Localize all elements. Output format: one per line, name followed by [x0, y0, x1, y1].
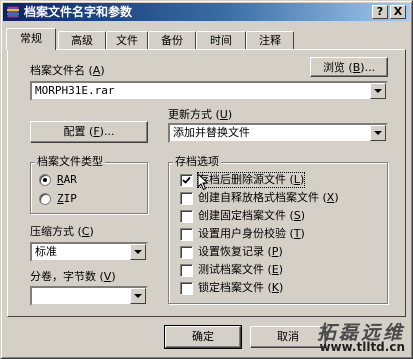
option-label-test[interactable]: 测试档案文件 (E) — [198, 263, 283, 277]
title-bar[interactable]: 档案文件名字和参数 ? X — [3, 3, 410, 21]
tab-general[interactable]: 常规 — [6, 28, 56, 50]
update-mode-combo[interactable]: 添加并替换文件 — [168, 123, 388, 143]
ok-button[interactable]: 确定 — [164, 325, 242, 349]
option-checkbox-recovery[interactable] — [180, 246, 193, 259]
volume-size-combo[interactable] — [30, 286, 148, 306]
archive-name-combo[interactable]: MORPH31E.rar — [30, 81, 388, 101]
compression-combo[interactable]: 标准 — [30, 242, 148, 262]
tab-advanced[interactable]: 高级 — [58, 31, 106, 49]
option-checkbox-authenticity[interactable] — [180, 228, 193, 241]
watermark-url: www.tlltd.cn — [319, 340, 405, 354]
window-title: 档案文件名字和参数 — [24, 5, 133, 19]
help-button[interactable]: ? — [372, 5, 388, 19]
option-label-recovery[interactable]: 设置恢复记录 (P) — [198, 245, 283, 259]
rar-radio-label[interactable]: RAR — [57, 173, 77, 187]
archive-options-title: 存档选项 — [173, 155, 221, 169]
archive-name-label: 档案文件名 (A) — [30, 64, 105, 77]
compression-value: 标准 — [35, 245, 57, 258]
option-label-authenticity[interactable]: 设置用户身份校验 (T) — [198, 227, 305, 241]
option-label-lock[interactable]: 锁定档案文件 (K) — [198, 281, 283, 295]
tab-backup[interactable]: 备份 — [148, 31, 196, 49]
option-checkbox-delete-after[interactable] — [180, 174, 193, 187]
volume-size-label: 分卷，字节数 (V) — [30, 270, 116, 283]
compression-dropdown-icon[interactable] — [130, 244, 146, 260]
compression-label: 压缩方式 (C) — [30, 225, 94, 238]
option-checkbox-solid[interactable] — [180, 210, 193, 223]
close-button[interactable]: X — [390, 5, 406, 19]
tab-files[interactable]: 文件 — [106, 31, 148, 49]
option-label-delete-after[interactable]: 存档后删除源文件 (L) — [196, 172, 306, 188]
update-mode-value: 添加并替换文件 — [173, 126, 250, 139]
update-mode-label: 更新方式 (U) — [168, 108, 233, 121]
cancel-button[interactable]: 取消 — [250, 326, 326, 348]
profiles-button[interactable]: 配置 (F)... — [30, 121, 148, 143]
option-checkbox-sfx[interactable] — [180, 192, 193, 205]
rar-radio[interactable] — [39, 174, 51, 186]
browse-button[interactable]: 浏览 (B)... — [310, 57, 388, 77]
tab-comment[interactable]: 注释 — [246, 31, 294, 49]
update-mode-dropdown-icon[interactable] — [370, 125, 386, 141]
archive-name-dropdown-icon[interactable] — [370, 83, 386, 99]
dialog-window: 档案文件名字和参数 ? X 常规 高级 文件 备份 时间 注释 档案文件名 (A… — [0, 0, 413, 359]
archive-type-group — [30, 162, 148, 214]
tab-time[interactable]: 时间 — [196, 31, 246, 49]
archive-name-value: MORPH31E.rar — [35, 84, 115, 97]
winrar-app-icon — [6, 5, 20, 19]
archive-type-title: 档案文件类型 — [35, 155, 105, 169]
option-label-sfx[interactable]: 创建自释放格式档案文件 (X) — [198, 191, 339, 205]
zip-radio-label[interactable]: ZIP — [57, 192, 77, 206]
option-checkbox-lock[interactable] — [180, 282, 193, 295]
checkmark-icon — [182, 176, 191, 184]
mouse-cursor-icon — [197, 173, 209, 191]
zip-radio[interactable] — [39, 193, 51, 205]
volume-size-dropdown-icon[interactable] — [130, 288, 146, 304]
option-checkbox-test[interactable] — [180, 264, 193, 277]
option-label-solid[interactable]: 创建固定档案文件 (S) — [198, 209, 305, 223]
